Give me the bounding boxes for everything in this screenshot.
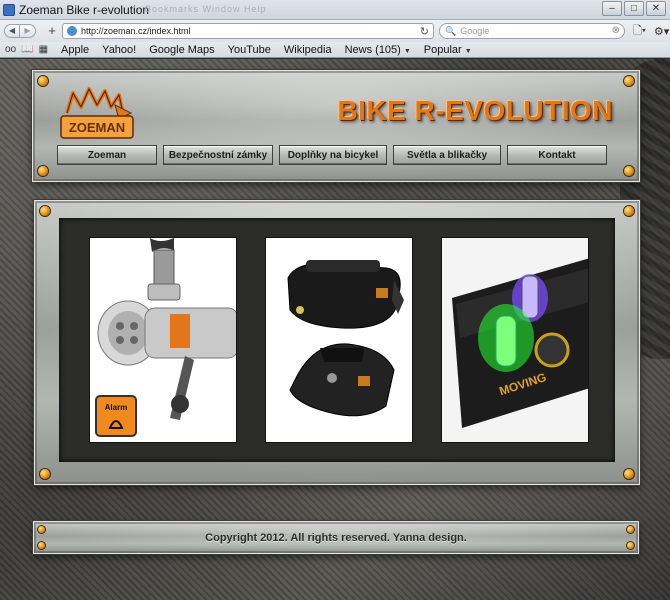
zoeman-logo[interactable]: ZOEMAN [57, 83, 137, 145]
search-field[interactable]: 🔍 Google ⊗ [439, 23, 625, 39]
nav-doplnky-na-bicykel[interactable]: Doplňky na bicykel [279, 145, 387, 165]
back-button[interactable]: ◀ [4, 24, 20, 38]
product-card-lights[interactable]: MOVING [441, 237, 589, 443]
wheel-lights-image: MOVING [442, 238, 588, 442]
globe-icon [67, 26, 77, 36]
page-icon[interactable]: 🗋▾ [633, 22, 646, 41]
rivet-icon [624, 206, 634, 216]
rivet-icon [624, 76, 634, 86]
site-header: ZOEMAN BIKE R-EVOLUTION Zoeman Bezpečnos… [32, 70, 640, 182]
forward-button[interactable]: ▶ [20, 24, 36, 38]
nav-svetla-a-blikacky[interactable]: Světla a blikačky [393, 145, 501, 165]
address-url[interactable]: http://zoeman.cz/index.html [81, 26, 191, 36]
close-button[interactable]: ✕ [646, 1, 666, 16]
main-nav: Zoeman Bezpečnostní zámky Doplňky na bic… [57, 145, 607, 165]
web-page: ZOEMAN BIKE R-EVOLUTION Zoeman Bezpečnos… [0, 59, 670, 600]
bookmarks-book-icon[interactable]: 📖 [21, 44, 33, 55]
product-card-saddle-bag[interactable] [265, 237, 413, 443]
bookmark-apple[interactable]: Apple [61, 44, 89, 56]
nav-bezpecnostni-zamky[interactable]: Bezpečnostní zámky [163, 145, 273, 165]
ghost-menu: Bookmarks Window Help [145, 4, 267, 14]
gallery-panel: Alarm MOVING [59, 218, 615, 462]
address-bar[interactable]: http://zoeman.cz/index.html ↻ [62, 23, 434, 39]
bookmark-news[interactable]: News (105) ▼ [345, 44, 411, 56]
gear-icon[interactable]: ⚙▾ [654, 25, 669, 38]
alarm-badge-text: Alarm [105, 403, 128, 412]
product-card-alarm[interactable]: Alarm [89, 237, 237, 443]
chevron-down-icon: ▼ [464, 47, 472, 55]
logo-text: ZOEMAN [69, 120, 125, 135]
product-gallery: Alarm MOVING [34, 200, 640, 485]
rivet-icon [624, 469, 634, 479]
bookmark-wikipedia[interactable]: Wikipedia [284, 44, 332, 56]
browser-toolbar: ◀ ▶ + http://zoeman.cz/index.html ↻ 🔍 Go… [0, 20, 670, 42]
chevron-down-icon: ▼ [403, 47, 411, 55]
window-titlebar: Zoeman Bike r-evolution Bookmarks Window… [0, 0, 670, 20]
reading-list-icon[interactable]: oo [5, 44, 16, 55]
nav-zoeman[interactable]: Zoeman [57, 145, 157, 165]
bookmark-youtube[interactable]: YouTube [228, 44, 271, 56]
rivet-icon [624, 166, 634, 176]
minimize-button[interactable]: – [602, 1, 622, 16]
copyright-text: Copyright 2012. All rights reserved. Yan… [205, 531, 467, 544]
clear-search-icon[interactable]: ⊗ [612, 25, 620, 36]
search-placeholder: Google [460, 26, 490, 36]
search-icon: 🔍 [445, 25, 457, 36]
bookmark-yahoo[interactable]: Yahoo! [102, 44, 136, 56]
rivet-icon [38, 76, 48, 86]
window-title: Zoeman Bike r-evolution [19, 2, 150, 17]
rivet-icon [38, 166, 48, 176]
bike-alarm-image: Alarm [95, 238, 236, 437]
rivet-icon [40, 469, 50, 479]
bookmark-news-label: News (105) [344, 43, 401, 56]
bookmark-popular-label: Popular [423, 43, 462, 56]
bookmark-popular[interactable]: Popular ▼ [424, 44, 472, 56]
saddle-bag-image [287, 260, 404, 417]
window-controls: – □ ✕ [602, 1, 666, 16]
rivet-icon [40, 206, 50, 216]
nav-kontakt[interactable]: Kontakt [507, 145, 607, 165]
site-title: BIKE R-EVOLUTION [337, 95, 613, 126]
bookmarks-bar: oo 📖 ▦ Apple Yahoo! Google Maps YouTube … [0, 42, 670, 58]
add-bookmark-button[interactable]: + [44, 23, 60, 39]
site-footer: Copyright 2012. All rights reserved. Yan… [33, 521, 639, 554]
favicon-icon [3, 3, 15, 16]
top-sites-grid-icon[interactable]: ▦ [39, 44, 48, 55]
reload-icon[interactable]: ↻ [420, 25, 429, 38]
bookmark-google-maps[interactable]: Google Maps [149, 44, 214, 56]
maximize-button[interactable]: □ [624, 1, 644, 16]
